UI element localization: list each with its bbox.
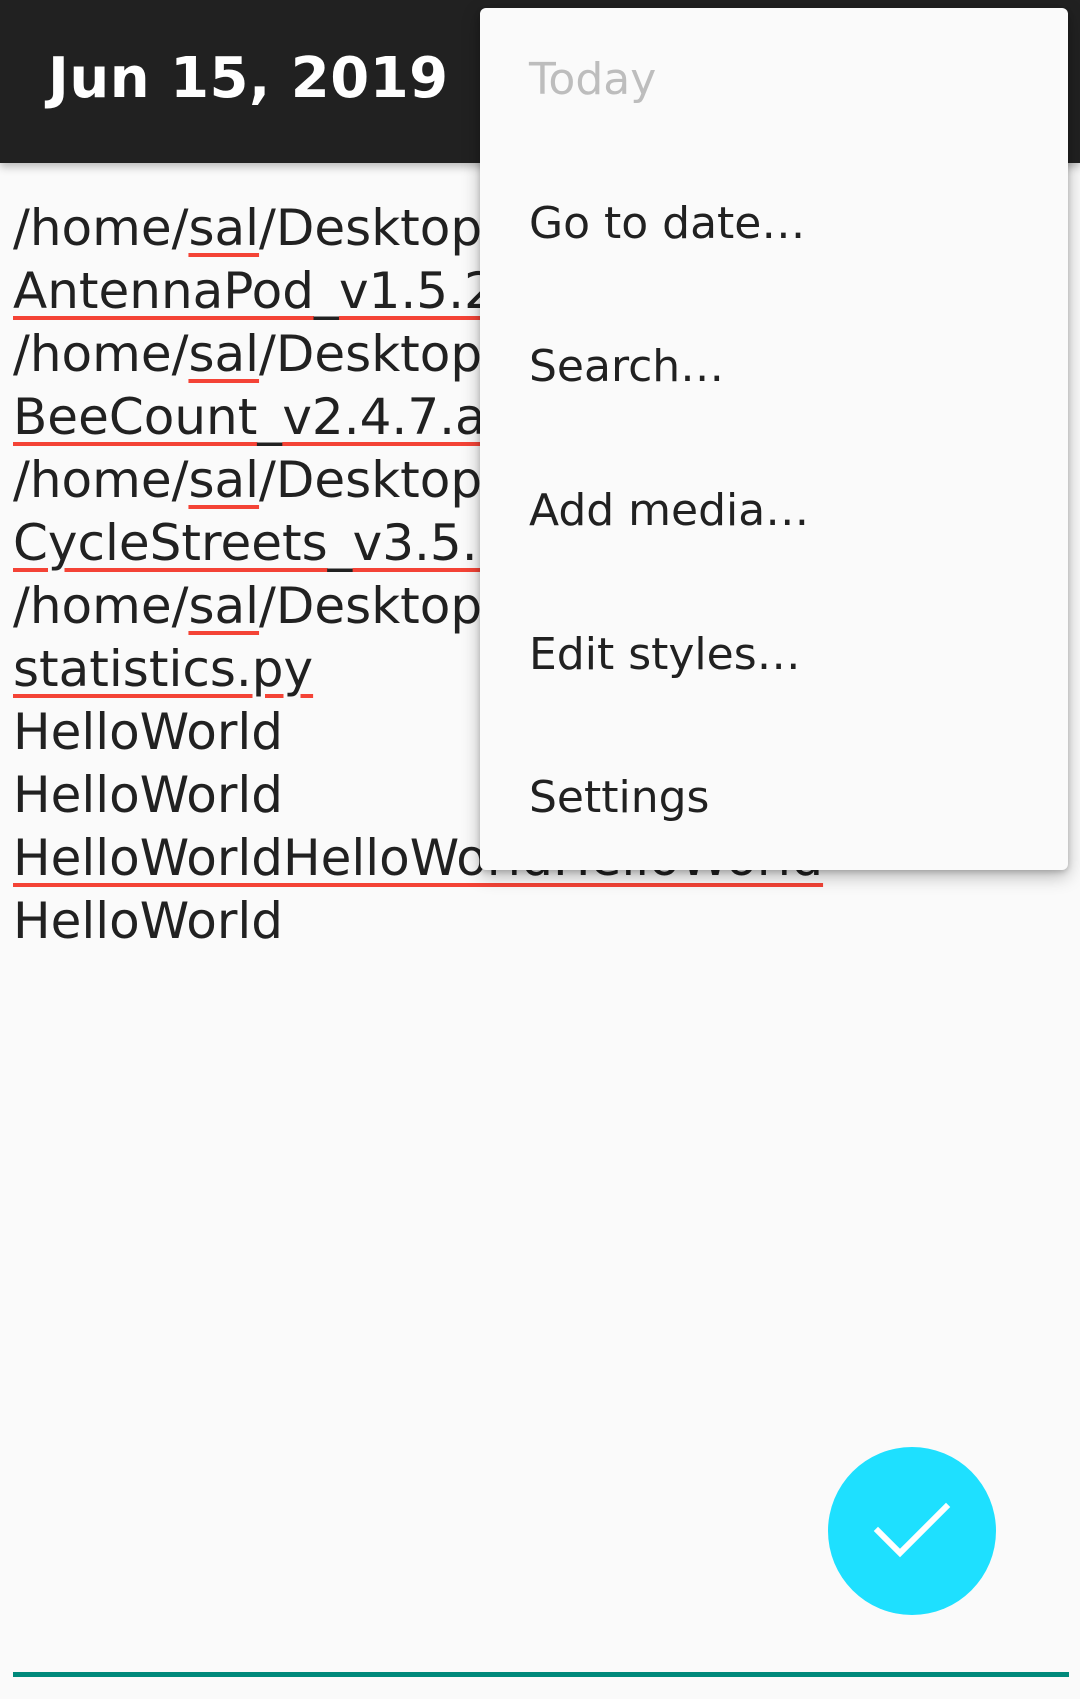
misspelled-word: v1.5.2 — [338, 262, 496, 320]
menu-item-go-to-date[interactable]: Go to date… — [480, 152, 1068, 296]
menu-item-edit-styles[interactable]: Edit styles… — [480, 582, 1068, 726]
check-icon — [873, 1502, 951, 1558]
menu-item-today: Today — [529, 54, 657, 106]
misspelled-word: sal — [188, 451, 260, 509]
menu-item-search[interactable]: Search… — [480, 295, 1068, 439]
text-segment: HelloWorld — [13, 766, 284, 824]
text-segment: /Desktop — [259, 577, 483, 635]
text-segment: _ — [257, 388, 283, 446]
text-segment: /home/ — [13, 325, 189, 383]
text-segment: /Desktop — [259, 325, 483, 383]
overflow-menu: Today Go to date… Search… Add media… Edi… — [480, 8, 1068, 870]
menu-item-add-media[interactable]: Add media… — [480, 439, 1068, 583]
menu-item-settings[interactable]: Settings — [480, 726, 1068, 870]
misspelled-word: sal — [188, 325, 260, 383]
text-segment: _ — [327, 514, 353, 572]
text-segment: /home/ — [13, 577, 189, 635]
text-segment: _ — [313, 262, 339, 320]
text-segment: /home/ — [13, 451, 189, 509]
misspelled-word: sal — [188, 199, 260, 257]
toolbar-title: Jun 15, 2019 — [48, 46, 449, 111]
editor-bottom-divider — [13, 1672, 1069, 1677]
misspelled-word: CycleStreets — [13, 514, 328, 572]
text-segment: HelloWorld — [13, 703, 284, 761]
text-segment: /Desktop — [259, 451, 483, 509]
text-segment: HelloWorld — [13, 892, 284, 950]
text-segment: /Desktop — [259, 199, 483, 257]
save-fab-button[interactable] — [828, 1447, 996, 1615]
text-segment: /home/ — [13, 199, 189, 257]
misspelled-word: AntennaPod — [13, 262, 314, 320]
app-screen: Jun 15, 2019 /home/sal/Desktop AntennaPod… — [0, 0, 1080, 1699]
misspelled-word: statistics.py — [13, 640, 314, 698]
misspelled-word: BeeCount — [13, 388, 258, 446]
editor-line: HelloWorld — [13, 891, 1063, 954]
misspelled-word: sal — [188, 577, 260, 635]
